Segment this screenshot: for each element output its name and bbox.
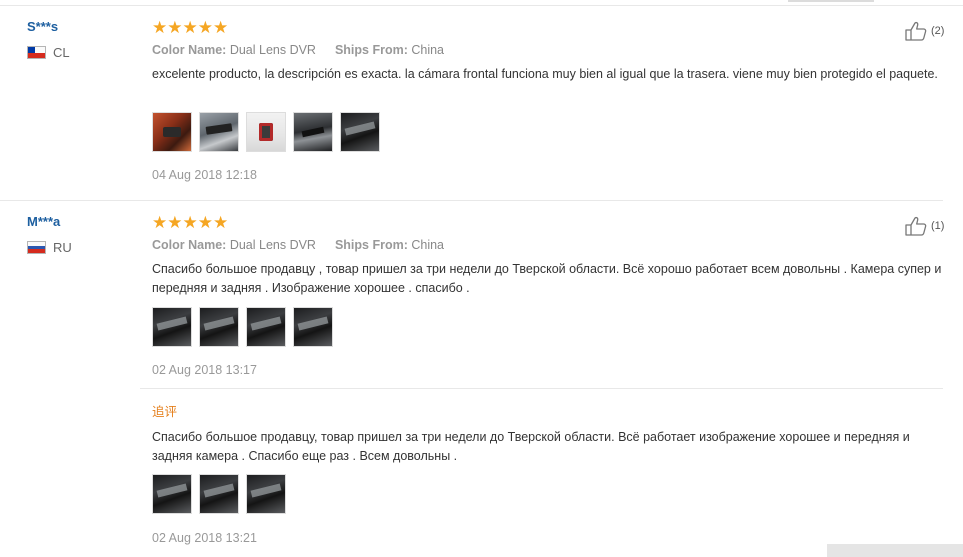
review-date: 04 Aug 2018 12:18 <box>152 168 257 182</box>
top-divider <box>0 5 963 6</box>
review-image-thumbnail[interactable] <box>293 112 333 152</box>
followup-label: 追评 <box>152 405 178 419</box>
thumbs-up-icon <box>905 216 927 236</box>
helpful-button[interactable]: (1) <box>904 216 944 236</box>
ships-from-label: Ships From: <box>334 43 408 57</box>
review-image-thumbnail[interactable] <box>152 307 192 347</box>
color-label: Color Name: <box>152 43 227 57</box>
product-attributes: Color Name: Dual Lens DVR Ships From: Ch… <box>152 43 444 57</box>
thumbs-up-icon <box>905 21 927 41</box>
star-rating: ★★★★★ <box>152 213 229 232</box>
review-date: 02 Aug 2018 13:17 <box>152 363 257 377</box>
country-code: CL <box>53 45 70 60</box>
review-image-thumbnail[interactable] <box>293 307 333 347</box>
helpful-button[interactable]: (2) <box>904 21 944 41</box>
followup-divider <box>140 388 943 389</box>
color-value: Dual Lens DVR <box>229 238 316 252</box>
chile-flag-icon <box>27 46 46 59</box>
color-value: Dual Lens DVR <box>229 43 316 57</box>
top-button-edge <box>788 0 874 2</box>
review-image-thumbnail[interactable] <box>152 112 192 152</box>
review-images <box>152 112 387 152</box>
followup-images <box>152 474 293 514</box>
star-rating: ★★★★★ <box>152 18 229 37</box>
review-text: Спасибо большое продавцу , товар пришел … <box>152 262 942 295</box>
reviewer-country: CL <box>27 45 70 60</box>
helpful-count: (2) <box>931 25 945 37</box>
country-code: RU <box>53 240 72 255</box>
followup-date: 02 Aug 2018 13:21 <box>152 531 257 545</box>
review-image-thumbnail[interactable] <box>340 112 380 152</box>
helpful-count: (1) <box>931 220 945 232</box>
review-image-thumbnail[interactable] <box>246 307 286 347</box>
product-attributes: Color Name: Dual Lens DVR Ships From: Ch… <box>152 238 444 252</box>
ships-from-value: China <box>411 43 445 57</box>
review-divider <box>0 200 943 201</box>
color-label: Color Name: <box>152 238 227 252</box>
ships-from-value: China <box>411 238 445 252</box>
review-image-thumbnail[interactable] <box>246 112 286 152</box>
review-image-thumbnail[interactable] <box>152 474 192 514</box>
followup-text: Спасибо большое продавцу, товар пришел з… <box>152 430 910 463</box>
corner-panel-edge <box>827 544 963 557</box>
reviewer-name[interactable]: S***s <box>27 19 58 34</box>
review-image-thumbnail[interactable] <box>199 307 239 347</box>
russia-flag-icon <box>27 241 46 254</box>
review-image-thumbnail[interactable] <box>246 474 286 514</box>
reviewer-country: RU <box>27 240 72 255</box>
review-image-thumbnail[interactable] <box>199 474 239 514</box>
ships-from-label: Ships From: <box>334 238 408 252</box>
review-images <box>152 307 340 347</box>
reviewer-name[interactable]: M***a <box>27 214 60 229</box>
review-text: excelente producto, la descripción es ex… <box>152 67 938 81</box>
review-image-thumbnail[interactable] <box>199 112 239 152</box>
